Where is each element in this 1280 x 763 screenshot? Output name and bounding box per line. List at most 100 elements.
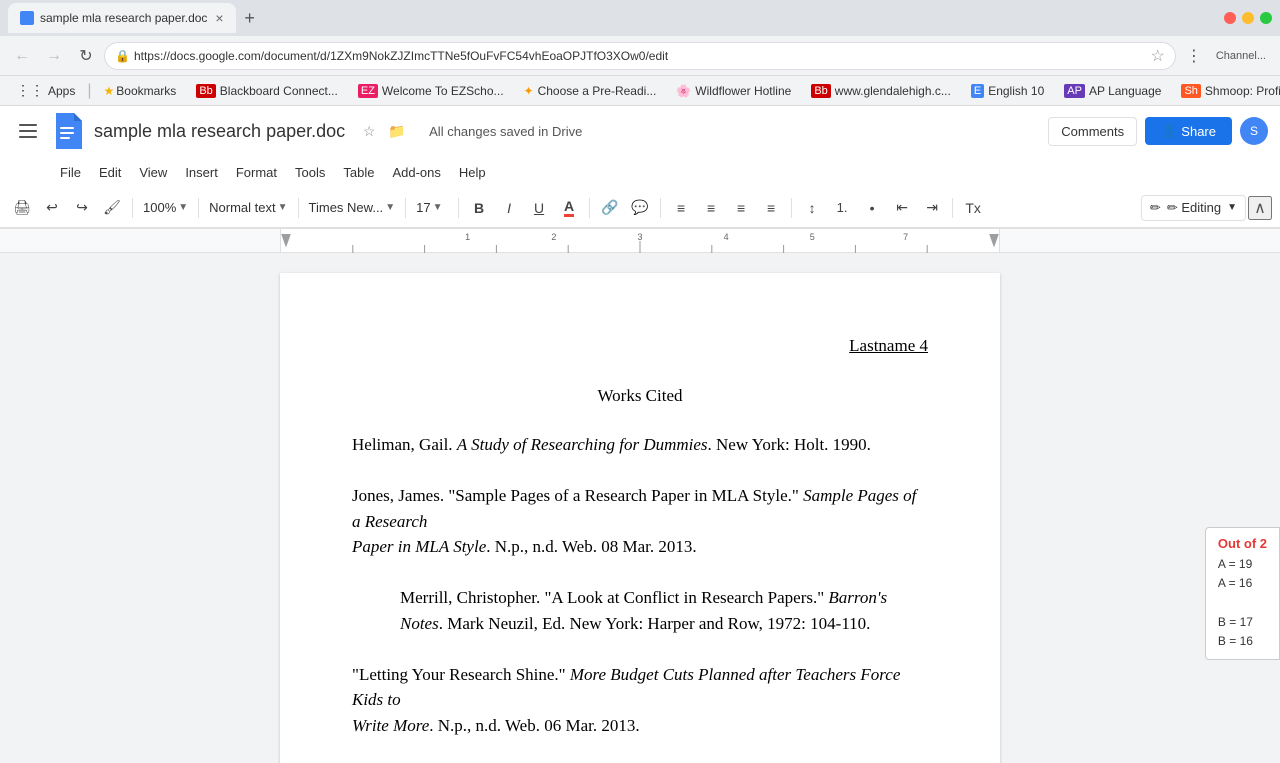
italic-icon: I <box>507 200 511 216</box>
bookmark-ezschool[interactable]: EZ Welcome To EZScho... <box>350 82 512 100</box>
new-tab-button[interactable]: + <box>236 4 264 32</box>
saving-status: All changes saved in Drive <box>429 124 582 139</box>
menu-tools[interactable]: Tools <box>287 161 333 184</box>
bookmark-shmoop[interactable]: Sh Shmoop: Profile <box>1173 82 1280 100</box>
bookmark-blackboard[interactable]: Bb Blackboard Connect... <box>188 82 346 100</box>
align-right-btn[interactable]: ≡ <box>727 194 755 222</box>
align-justify-btn[interactable]: ≡ <box>757 194 785 222</box>
document-page[interactable]: Lastname 4 Works Cited Heliman, Gail. A … <box>280 273 1000 763</box>
toolbar-sep-1 <box>132 198 133 218</box>
menu-table[interactable]: Table <box>335 161 382 184</box>
decrease-indent-btn[interactable]: ⇤ <box>888 194 916 222</box>
citation-1: Heliman, Gail. A Study of Researching fo… <box>352 432 928 458</box>
font-size-select[interactable]: 17 ▼ <box>412 195 452 221</box>
score-a16: A = 16 <box>1218 574 1267 593</box>
zoom-select[interactable]: 100% ▼ <box>139 195 192 221</box>
editing-mode-select[interactable]: ✏ ✏ Editing ▼ <box>1141 195 1246 221</box>
bulleted-list-btn[interactable]: • <box>858 194 886 222</box>
color-btn[interactable]: A <box>555 194 583 222</box>
move-to-folder-btn[interactable]: 📁 <box>385 119 409 143</box>
increase-indent-btn[interactable]: ⇥ <box>918 194 946 222</box>
undo-btn[interactable]: ↩ <box>38 194 66 222</box>
share-button[interactable]: 👤 Share <box>1145 117 1232 145</box>
prereading-icon: ✦ <box>524 84 534 98</box>
align-center-btn[interactable]: ≡ <box>697 194 725 222</box>
paintformat-btn[interactable]: 🖌 <box>98 194 126 222</box>
menu-insert[interactable]: Insert <box>177 161 226 184</box>
print-btn[interactable]: 🖨 <box>8 194 36 222</box>
comments-button[interactable]: Comments <box>1048 117 1137 146</box>
bookmark-english10[interactable]: E English 10 <box>963 82 1052 100</box>
back-button[interactable]: ← <box>8 42 36 70</box>
paragraph-style-select[interactable]: Normal text ▼ <box>205 195 291 221</box>
bookmark-apps[interactable]: ⋮⋮ Apps <box>8 80 83 101</box>
toolbar-sep-5 <box>458 198 459 218</box>
bookmark-wildflower-label: Wildflower Hotline <box>695 84 791 98</box>
bookmark-aplanguage-label: AP Language <box>1089 84 1162 98</box>
redo-btn[interactable]: ↪ <box>68 194 96 222</box>
menu-file[interactable]: File <box>52 161 89 184</box>
bold-icon: B <box>474 200 484 216</box>
comment-btn[interactable]: 💬 <box>626 194 654 222</box>
paragraph-style-arrow-icon: ▼ <box>278 202 288 213</box>
reload-button[interactable]: ↻ <box>72 42 100 70</box>
bookmark-bookmarks-label: Bookmarks <box>116 84 176 98</box>
score-title: Out of 2 <box>1218 536 1267 551</box>
section-title: Works Cited <box>352 383 928 409</box>
paragraph-style-value: Normal text <box>209 200 275 215</box>
user-avatar[interactable]: S sclark@gusd.net <box>1240 117 1268 145</box>
bookmarks-star-icon: ★ <box>104 84 115 98</box>
align-left-btn[interactable]: ≡ <box>667 194 695 222</box>
bookmark-prereading[interactable]: ✦ Choose a Pre-Readi... <box>516 82 665 100</box>
bold-btn[interactable]: B <box>465 194 493 222</box>
italic-btn[interactable]: I <box>495 194 523 222</box>
underline-btn[interactable]: U <box>525 194 553 222</box>
menu-help[interactable]: Help <box>451 161 494 184</box>
window-close-btn[interactable] <box>1224 12 1236 24</box>
page-number: Lastname 4 <box>352 333 928 359</box>
aplanguage-icon: AP <box>1064 84 1085 98</box>
bookmark-glendale[interactable]: Bb www.glendalehigh.c... <box>803 82 959 100</box>
bookmark-wildflower[interactable]: 🌸 Wildflower Hotline <box>668 82 799 100</box>
citation-2-text: Jones, James. "Sample Pages of a Researc… <box>352 486 916 531</box>
forward-button[interactable]: → <box>40 42 68 70</box>
menu-format[interactable]: Format <box>228 161 285 184</box>
zoom-arrow-icon: ▼ <box>178 202 188 213</box>
address-bar[interactable]: 🔒 https://docs.google.com/document/d/1ZX… <box>104 42 1176 70</box>
font-value: Times New... <box>309 200 384 215</box>
bookmark-star[interactable]: ☆ <box>1151 46 1165 66</box>
clear-formatting-btn[interactable]: Tx <box>959 194 987 222</box>
tab-close-btn[interactable]: × <box>215 10 223 26</box>
svg-text:3: 3 <box>637 232 642 242</box>
shmoop-icon: Sh <box>1181 84 1200 98</box>
window-maximize-btn[interactable] <box>1260 12 1272 24</box>
citation-3-cont: Notes. Mark Neuzil, Ed. New York: Harper… <box>352 611 928 637</box>
collapse-toolbar-btn[interactable]: ∧ <box>1248 196 1272 220</box>
line-spacing-btn[interactable]: ↕ <box>798 194 826 222</box>
tab-bar: sample mla research paper.doc × + <box>0 0 1280 36</box>
numbered-list-icon: 1. <box>837 200 848 215</box>
bookmark-doc-btn[interactable]: ☆ <box>357 119 381 143</box>
hamburger-menu-btn[interactable] <box>12 115 44 147</box>
active-tab[interactable]: sample mla research paper.doc × <box>8 3 236 33</box>
toolbar: 🖨 ↩ ↪ 🖌 100% ▼ Normal text ▼ Times New..… <box>0 188 1280 228</box>
menu-view[interactable]: View <box>131 161 175 184</box>
extensions-btn[interactable]: ⋮ <box>1180 42 1208 70</box>
address-text: https://docs.google.com/document/d/1ZXm9… <box>134 49 1151 63</box>
document-area[interactable]: Lastname 4 Works Cited Heliman, Gail. A … <box>0 253 1280 763</box>
font-select[interactable]: Times New... ▼ <box>305 195 400 221</box>
bookmark-aplanguage[interactable]: AP AP Language <box>1056 82 1169 100</box>
ezschool-icon: EZ <box>358 84 378 98</box>
link-btn[interactable]: 🔗 <box>596 194 624 222</box>
bookmark-bookmarks[interactable]: ★ Bookmarks <box>96 82 185 100</box>
user-profile-btn[interactable]: Channel... <box>1210 42 1272 70</box>
toolbar-sep-6 <box>589 198 590 218</box>
menu-edit[interactable]: Edit <box>91 161 129 184</box>
browser-chrome: sample mla research paper.doc × + ← → ↻ … <box>0 0 1280 106</box>
menu-addons[interactable]: Add-ons <box>384 161 448 184</box>
numbered-list-btn[interactable]: 1. <box>828 194 856 222</box>
citation-4-text-cont: Write More. N.p., n.d. Web. 06 Mar. 2013… <box>352 716 640 735</box>
toolbar-sep-8 <box>791 198 792 218</box>
score-spacer <box>1218 593 1267 612</box>
window-minimize-btn[interactable] <box>1242 12 1254 24</box>
